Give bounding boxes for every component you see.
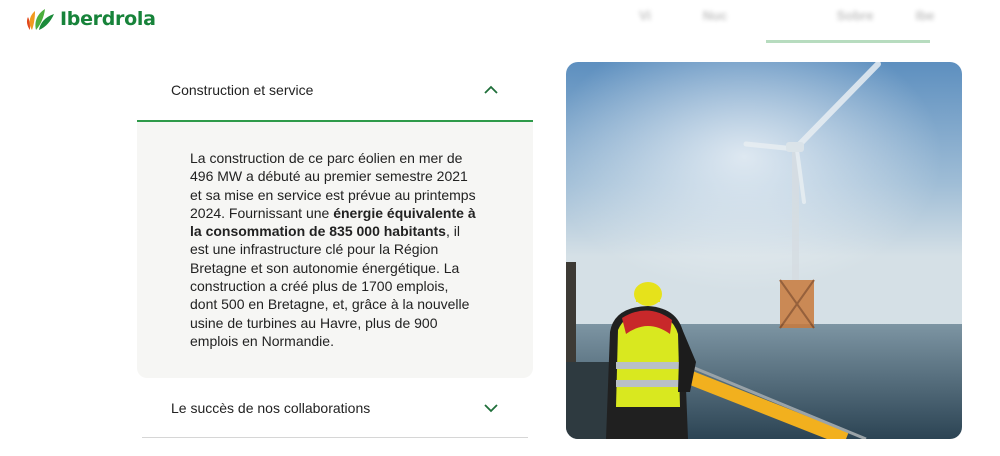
accordion-body-text: La construction de ce parc éolien en mer… — [190, 149, 479, 350]
accordion: Construction et service La construction … — [137, 60, 533, 439]
accordion-panel-construction: La construction de ce parc éolien en mer… — [137, 122, 533, 379]
accordion-header-collaborations[interactable]: Le succès de nos collaborations — [142, 378, 528, 439]
iberdrola-logo[interactable]: Iberdrola — [26, 6, 156, 32]
accordion-header-construction[interactable]: Construction et service — [137, 60, 533, 122]
chevron-down-icon — [484, 404, 498, 413]
nav-item[interactable]: Sobre — [820, 8, 890, 32]
brand-name: Iberdrola — [60, 8, 156, 30]
nav-item[interactable] — [750, 8, 820, 32]
leaf-logo-icon — [26, 9, 54, 30]
accordion-title: Construction et service — [171, 82, 314, 98]
nav-item[interactable]: Nuc — [680, 8, 750, 32]
chevron-up-icon — [484, 85, 498, 94]
top-navigation: Vi Nuc Sobre Ibe — [610, 8, 1000, 32]
active-nav-underline — [766, 40, 930, 43]
accordion-title: Le succès de nos collaborations — [171, 399, 371, 416]
body-text-part: , il est une infrastructure clé pour la … — [190, 223, 470, 349]
photo-illustration — [566, 62, 962, 439]
wind-turbine-photo — [566, 62, 962, 439]
nav-item[interactable]: Vi — [610, 8, 680, 32]
nav-item[interactable]: Ibe — [890, 8, 960, 32]
